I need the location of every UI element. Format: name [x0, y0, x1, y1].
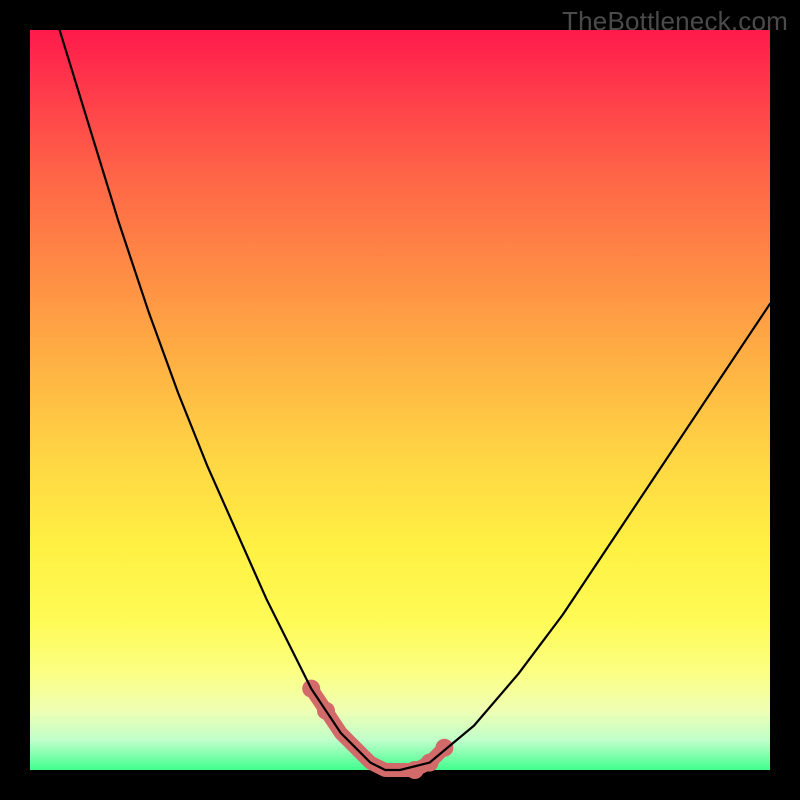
series-bottleneck-curve [30, 0, 770, 770]
plot-area [30, 30, 770, 770]
chart-frame: TheBottleneck.com [0, 0, 800, 800]
chart-svg [30, 30, 770, 770]
bottleneck-curve-path [30, 0, 770, 770]
